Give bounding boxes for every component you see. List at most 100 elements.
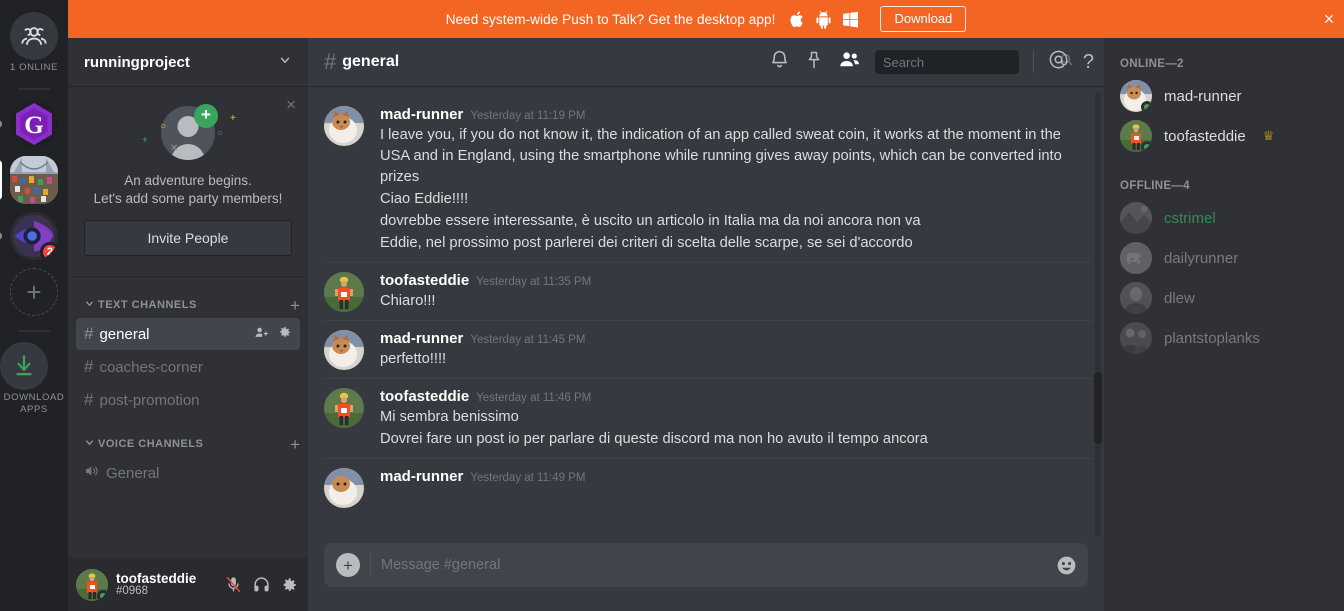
member-row[interactable]: dlew [1120, 278, 1344, 318]
rail-divider-2 [18, 330, 50, 332]
status-dot-online [1141, 141, 1152, 152]
chevron-down-icon[interactable] [278, 53, 292, 72]
guild-gravel[interactable]: G [0, 100, 58, 148]
header-divider [1032, 51, 1034, 73]
invite-line-1: An adventure begins. [124, 173, 252, 188]
banner-download-button[interactable]: Download [880, 6, 967, 32]
sparkle-icon: ○ [160, 121, 167, 132]
bell-icon[interactable] [769, 49, 790, 75]
category-label: VOICE CHANNELS [98, 438, 204, 450]
invite-line-2: Let's add some party members! [93, 191, 283, 206]
guild-unread-pill [0, 232, 2, 240]
create-voice-channel-icon[interactable]: + [290, 436, 300, 453]
banner-text: Need system-wide Push to Talk? Get the d… [445, 11, 776, 27]
help-icon[interactable]: ? [1083, 52, 1094, 72]
user-settings-gear-icon[interactable] [278, 574, 300, 596]
sidebar-channel-general[interactable]: # general [76, 318, 300, 350]
create-channel-icon[interactable]: + [290, 297, 300, 314]
message-author[interactable]: toofasteddie [380, 388, 469, 405]
avatar[interactable] [324, 468, 364, 508]
member-row[interactable]: mad-runner [1120, 76, 1344, 116]
banner-close-icon[interactable]: × [1320, 10, 1338, 28]
sidebar-channel-post-promotion[interactable]: # post-promotion [76, 384, 300, 416]
message-text: Chiaro!!! [380, 293, 436, 309]
message-author[interactable]: toofasteddie [380, 272, 469, 289]
home-button[interactable]: 1 ONLINE [9, 12, 58, 74]
scrollbar-thumb[interactable] [1094, 372, 1102, 444]
pin-icon[interactable] [804, 50, 824, 75]
channel-settings-gear-icon[interactable] [277, 325, 292, 344]
attach-plus-icon[interactable]: + [336, 553, 360, 577]
message-body: mad-runner Yesterday at 11:45 PM perfett… [380, 330, 1092, 370]
emoji-icon[interactable] [1055, 554, 1078, 577]
category-label: TEXT CHANNELS [98, 299, 197, 311]
letter-g-hexagon-logo[interactable]: G [10, 100, 58, 148]
message-list[interactable]: mad-runner Yesterday at 11:19 PM I leave… [308, 86, 1104, 543]
apple-icon[interactable] [789, 10, 806, 29]
headphones-icon[interactable] [250, 574, 272, 596]
message-author[interactable]: mad-runner [380, 106, 463, 123]
scrollbar-track[interactable] [1095, 92, 1101, 537]
microphone-muted-icon[interactable] [222, 574, 244, 596]
channel-label: post-promotion [99, 391, 200, 409]
member-name: toofasteddie [1164, 127, 1246, 145]
sparkle-icon: ○ [217, 128, 224, 139]
eye-logo[interactable]: 2 [10, 212, 58, 260]
status-dot-online [97, 589, 108, 601]
member-row[interactable]: toofasteddie ♕ [1120, 116, 1344, 156]
message-text: Ciao Eddie!!!! [380, 191, 469, 207]
download-apps-button[interactable]: DOWNLOAD APPS [0, 342, 68, 416]
user-controls [222, 574, 300, 596]
message-author[interactable]: mad-runner [380, 468, 463, 485]
category-text-channels[interactable]: TEXT CHANNELS + [68, 293, 308, 317]
download-apps-label: DOWNLOAD APPS [3, 392, 65, 415]
add-server-button[interactable]: + [10, 268, 58, 316]
chat-header: # general Search ? [308, 38, 1104, 86]
member-list: ONLINE—2 mad-runner toofasteddie ♕ OFFLI… [1104, 38, 1344, 611]
member-row[interactable]: plantstoplanks [1120, 318, 1344, 358]
members-icon[interactable] [838, 48, 861, 76]
category-voice-channels[interactable]: VOICE CHANNELS + [68, 432, 308, 456]
message-author[interactable]: mad-runner [380, 330, 463, 347]
composer-box[interactable]: + [324, 543, 1088, 587]
channel-sidebar: runningproject × + ○ + ✕ + ○ An adventur… [68, 38, 308, 611]
guild-eye[interactable]: 2 [0, 212, 58, 260]
message-composer: + [308, 543, 1104, 611]
user-identity: toofasteddie #0968 [116, 571, 214, 598]
message-body: toofasteddie Yesterday at 11:35 PM Chiar… [380, 272, 1092, 312]
invite-illustration: + ○ + ✕ + ○ [84, 104, 292, 166]
member-name: mad-runner [1164, 87, 1242, 105]
message-text: Eddie, nel prossimo post parlerei dei cr… [380, 235, 913, 251]
avatar[interactable] [324, 272, 364, 312]
avatar [1120, 120, 1152, 152]
message-input[interactable] [381, 557, 1045, 573]
android-icon[interactable] [815, 10, 832, 29]
message-scrollbar[interactable] [1094, 92, 1102, 537]
avatar[interactable] [76, 568, 108, 601]
guild-running-project[interactable] [0, 156, 58, 204]
guild-header[interactable]: runningproject [68, 38, 308, 86]
friends-icon[interactable] [9, 12, 58, 60]
create-invite-icon[interactable] [254, 325, 269, 344]
search-box[interactable] [874, 50, 1073, 74]
avatar[interactable] [324, 330, 364, 370]
marathon-bridge-photo[interactable] [10, 156, 58, 204]
message-text: dovrebbe essere interessante, è uscito u… [380, 213, 921, 229]
invite-people-button[interactable]: Invite People [84, 220, 292, 256]
chevron-down-icon[interactable] [84, 296, 95, 314]
member-row[interactable]: dailyrunner [1120, 238, 1344, 278]
message-timestamp: Yesterday at 11:45 PM [470, 334, 586, 346]
download-arrow-icon[interactable] [0, 342, 48, 390]
chevron-down-icon[interactable] [84, 435, 95, 453]
message-timestamp: Yesterday at 11:19 PM [470, 110, 586, 122]
hash-icon: # [324, 49, 337, 74]
sidebar-channel-voice-general[interactable]: General [76, 457, 300, 489]
sidebar-channel-coaches-corner[interactable]: # coaches-corner [76, 351, 300, 383]
plus-icon[interactable]: + [10, 268, 58, 316]
avatar[interactable] [324, 388, 364, 428]
avatar[interactable] [324, 106, 364, 146]
windows-icon[interactable] [841, 10, 860, 28]
member-row[interactable]: cstrimel [1120, 198, 1344, 238]
channel-label: General [106, 464, 160, 482]
mention-icon[interactable] [1048, 49, 1069, 75]
